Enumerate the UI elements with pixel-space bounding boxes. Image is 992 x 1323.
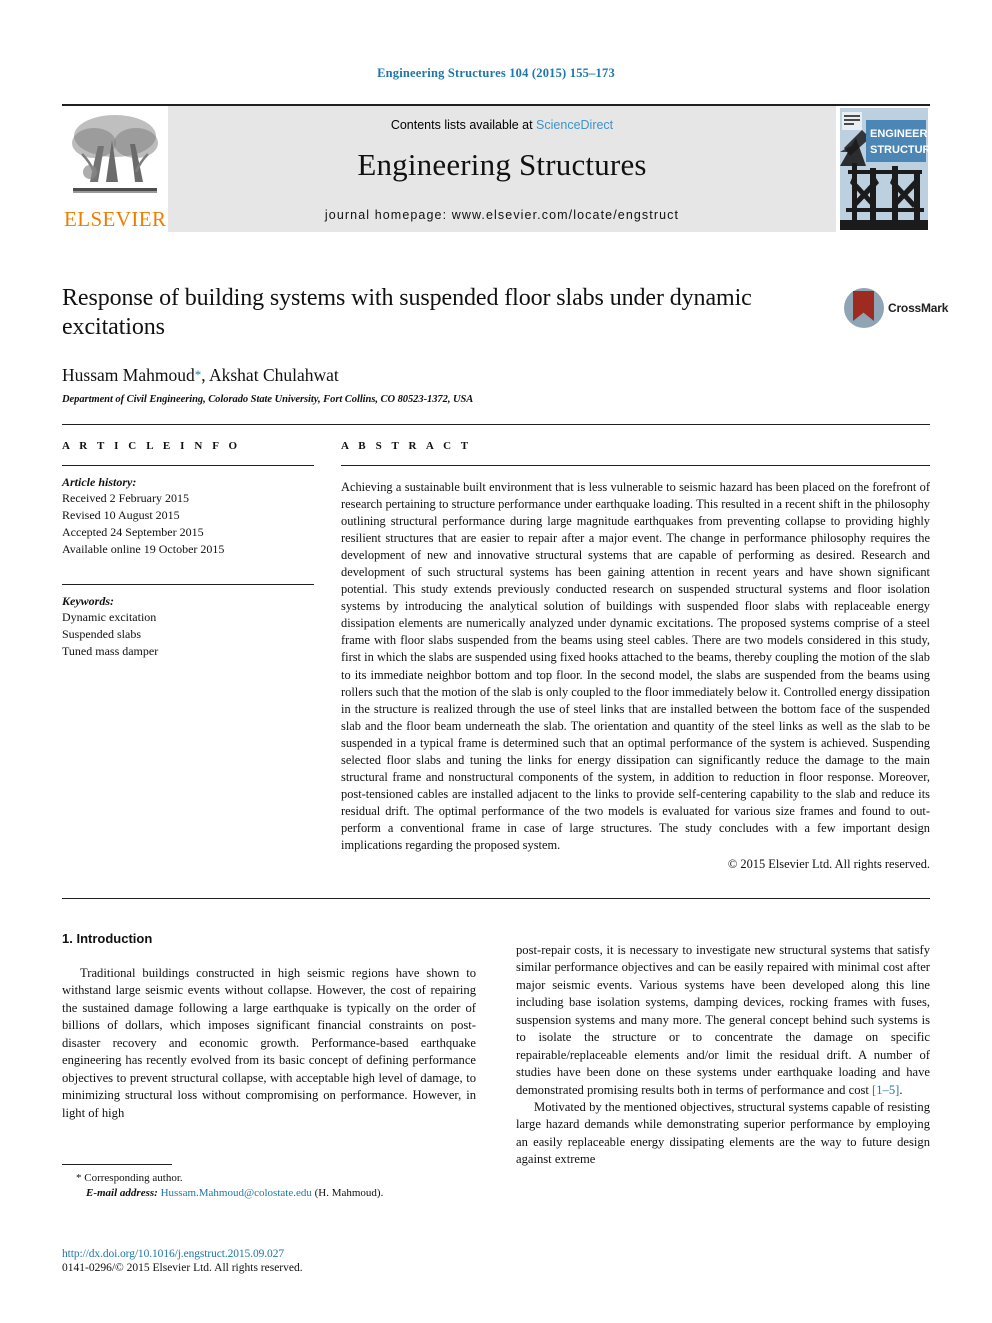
cover-title-line1: ENGINEERING — [870, 128, 928, 140]
keywords-block: Keywords: Dynamic excitation Suspended s… — [62, 584, 314, 660]
body-column-left: 1. Introduction Traditional buildings co… — [62, 930, 476, 1122]
body-column-right: post-repair costs, it is necessary to in… — [516, 942, 930, 1169]
author-secondary: , Akshat Chulahwat — [201, 364, 339, 385]
email-link[interactable]: Hussam.Mahmoud@colostate.edu — [161, 1187, 312, 1199]
article-history-label: Article history: — [62, 475, 137, 489]
crossmark-label: CrossMark — [888, 301, 949, 315]
author-list: Hussam Mahmoud*, Akshat Chulahwat — [62, 365, 930, 386]
keyword-item: Suspended slabs — [62, 627, 141, 642]
intro-paragraph-left: Traditional buildings constructed in hig… — [62, 966, 476, 1120]
journal-banner: Contents lists available at ScienceDirec… — [168, 106, 836, 232]
article-history-accepted: Accepted 24 September 2015 — [62, 525, 204, 540]
keywords-label: Keywords: — [62, 594, 114, 609]
footer-block: http://dx.doi.org/10.1016/j.engstruct.20… — [62, 1248, 522, 1274]
keyword-item: Dynamic excitation — [62, 610, 157, 625]
article-page: Engineering Structures 104 (2015) 155–17… — [0, 0, 992, 1323]
keyword-item: Tuned mass damper — [62, 644, 159, 659]
issn-copyright: 0141-0296/© 2015 Elsevier Ltd. All right… — [62, 1262, 303, 1274]
journal-masthead: ELSEVIER Contents lists available at Sci… — [62, 104, 930, 232]
contents-line: Contents lists available at ScienceDirec… — [168, 118, 836, 132]
title-block: Response of building systems with suspen… — [62, 284, 948, 405]
affiliation: Department of Civil Engineering, Colorad… — [62, 393, 474, 405]
keywords-rule — [62, 584, 314, 586]
right-para-text-b: . — [899, 1082, 903, 1097]
intro-paragraph-right-continued: post-repair costs, it is necessary to in… — [516, 942, 930, 1099]
article-info-block: A R T I C L E I N F O Article history: R… — [62, 440, 314, 660]
elsevier-tree-icon — [72, 115, 158, 193]
intro-paragraph-right-2: Motivated by the mentioned objectives, s… — [516, 1099, 930, 1167]
contents-prefix: Contents lists available at — [390, 118, 537, 132]
footnote-rule — [62, 1164, 172, 1165]
crossmark-badge[interactable]: CrossMark — [844, 288, 948, 330]
abstract-text: Achieving a sustainable built environmen… — [341, 480, 930, 852]
corresponding-author-text: Corresponding author. — [81, 1172, 183, 1184]
body-divider — [62, 898, 930, 899]
email-label: E-mail address: — [86, 1187, 158, 1200]
author-primary: Hussam Mahmoud — [62, 364, 195, 385]
elsevier-logo: ELSEVIER — [62, 106, 168, 232]
sciencedirect-link[interactable]: ScienceDirect — [536, 118, 613, 132]
bridge-truss-illustration: ENGINEERING STRUCTURES — [840, 108, 928, 230]
doi-link[interactable]: http://dx.doi.org/10.1016/j.engstruct.20… — [62, 1248, 522, 1260]
journal-cover-thumbnail: ENGINEERING STRUCTURES — [836, 106, 930, 232]
elsevier-wordmark: ELSEVIER — [64, 207, 167, 231]
journal-title: Engineering Structures — [357, 147, 647, 182]
email-suffix: (H. Mahmoud). — [311, 1187, 384, 1200]
corresponding-author-note: * Corresponding author. — [62, 1171, 476, 1186]
article-info-rule — [62, 465, 314, 466]
abstract-block: A B S T R A C T Achieving a sustainable … — [341, 440, 930, 872]
article-info-heading: A R T I C L E I N F O — [62, 440, 241, 452]
info-divider-top — [62, 424, 930, 425]
article-history-online: Available online 19 October 2015 — [62, 542, 225, 557]
right-para-text-a: post-repair costs, it is necessary to in… — [516, 943, 930, 1097]
journal-cover-art: ENGINEERING STRUCTURES — [840, 108, 928, 230]
abstract-copyright: © 2015 Elsevier Ltd. All rights reserved… — [727, 857, 930, 872]
footnote-block: * Corresponding author. E-mail address: … — [62, 1164, 476, 1202]
article-history-revised: Revised 10 August 2015 — [62, 508, 180, 523]
page-title: Response of building systems with suspen… — [62, 285, 752, 341]
article-history-received: Received 2 February 2015 — [62, 491, 189, 505]
running-head: Engineering Structures 104 (2015) 155–17… — [377, 66, 615, 80]
journal-homepage-link[interactable]: journal homepage: www.elsevier.com/locat… — [168, 208, 836, 222]
abstract-heading: A B S T R A C T — [341, 440, 472, 452]
email-note: E-mail address: Hussam.Mahmoud@colostate… — [62, 1186, 476, 1201]
abstract-rule — [341, 465, 930, 466]
cover-title-line2: STRUCTURES — [870, 144, 928, 156]
citation-link[interactable]: [1–5] — [872, 1083, 899, 1097]
section-heading-introduction: 1. Introduction — [62, 931, 153, 946]
